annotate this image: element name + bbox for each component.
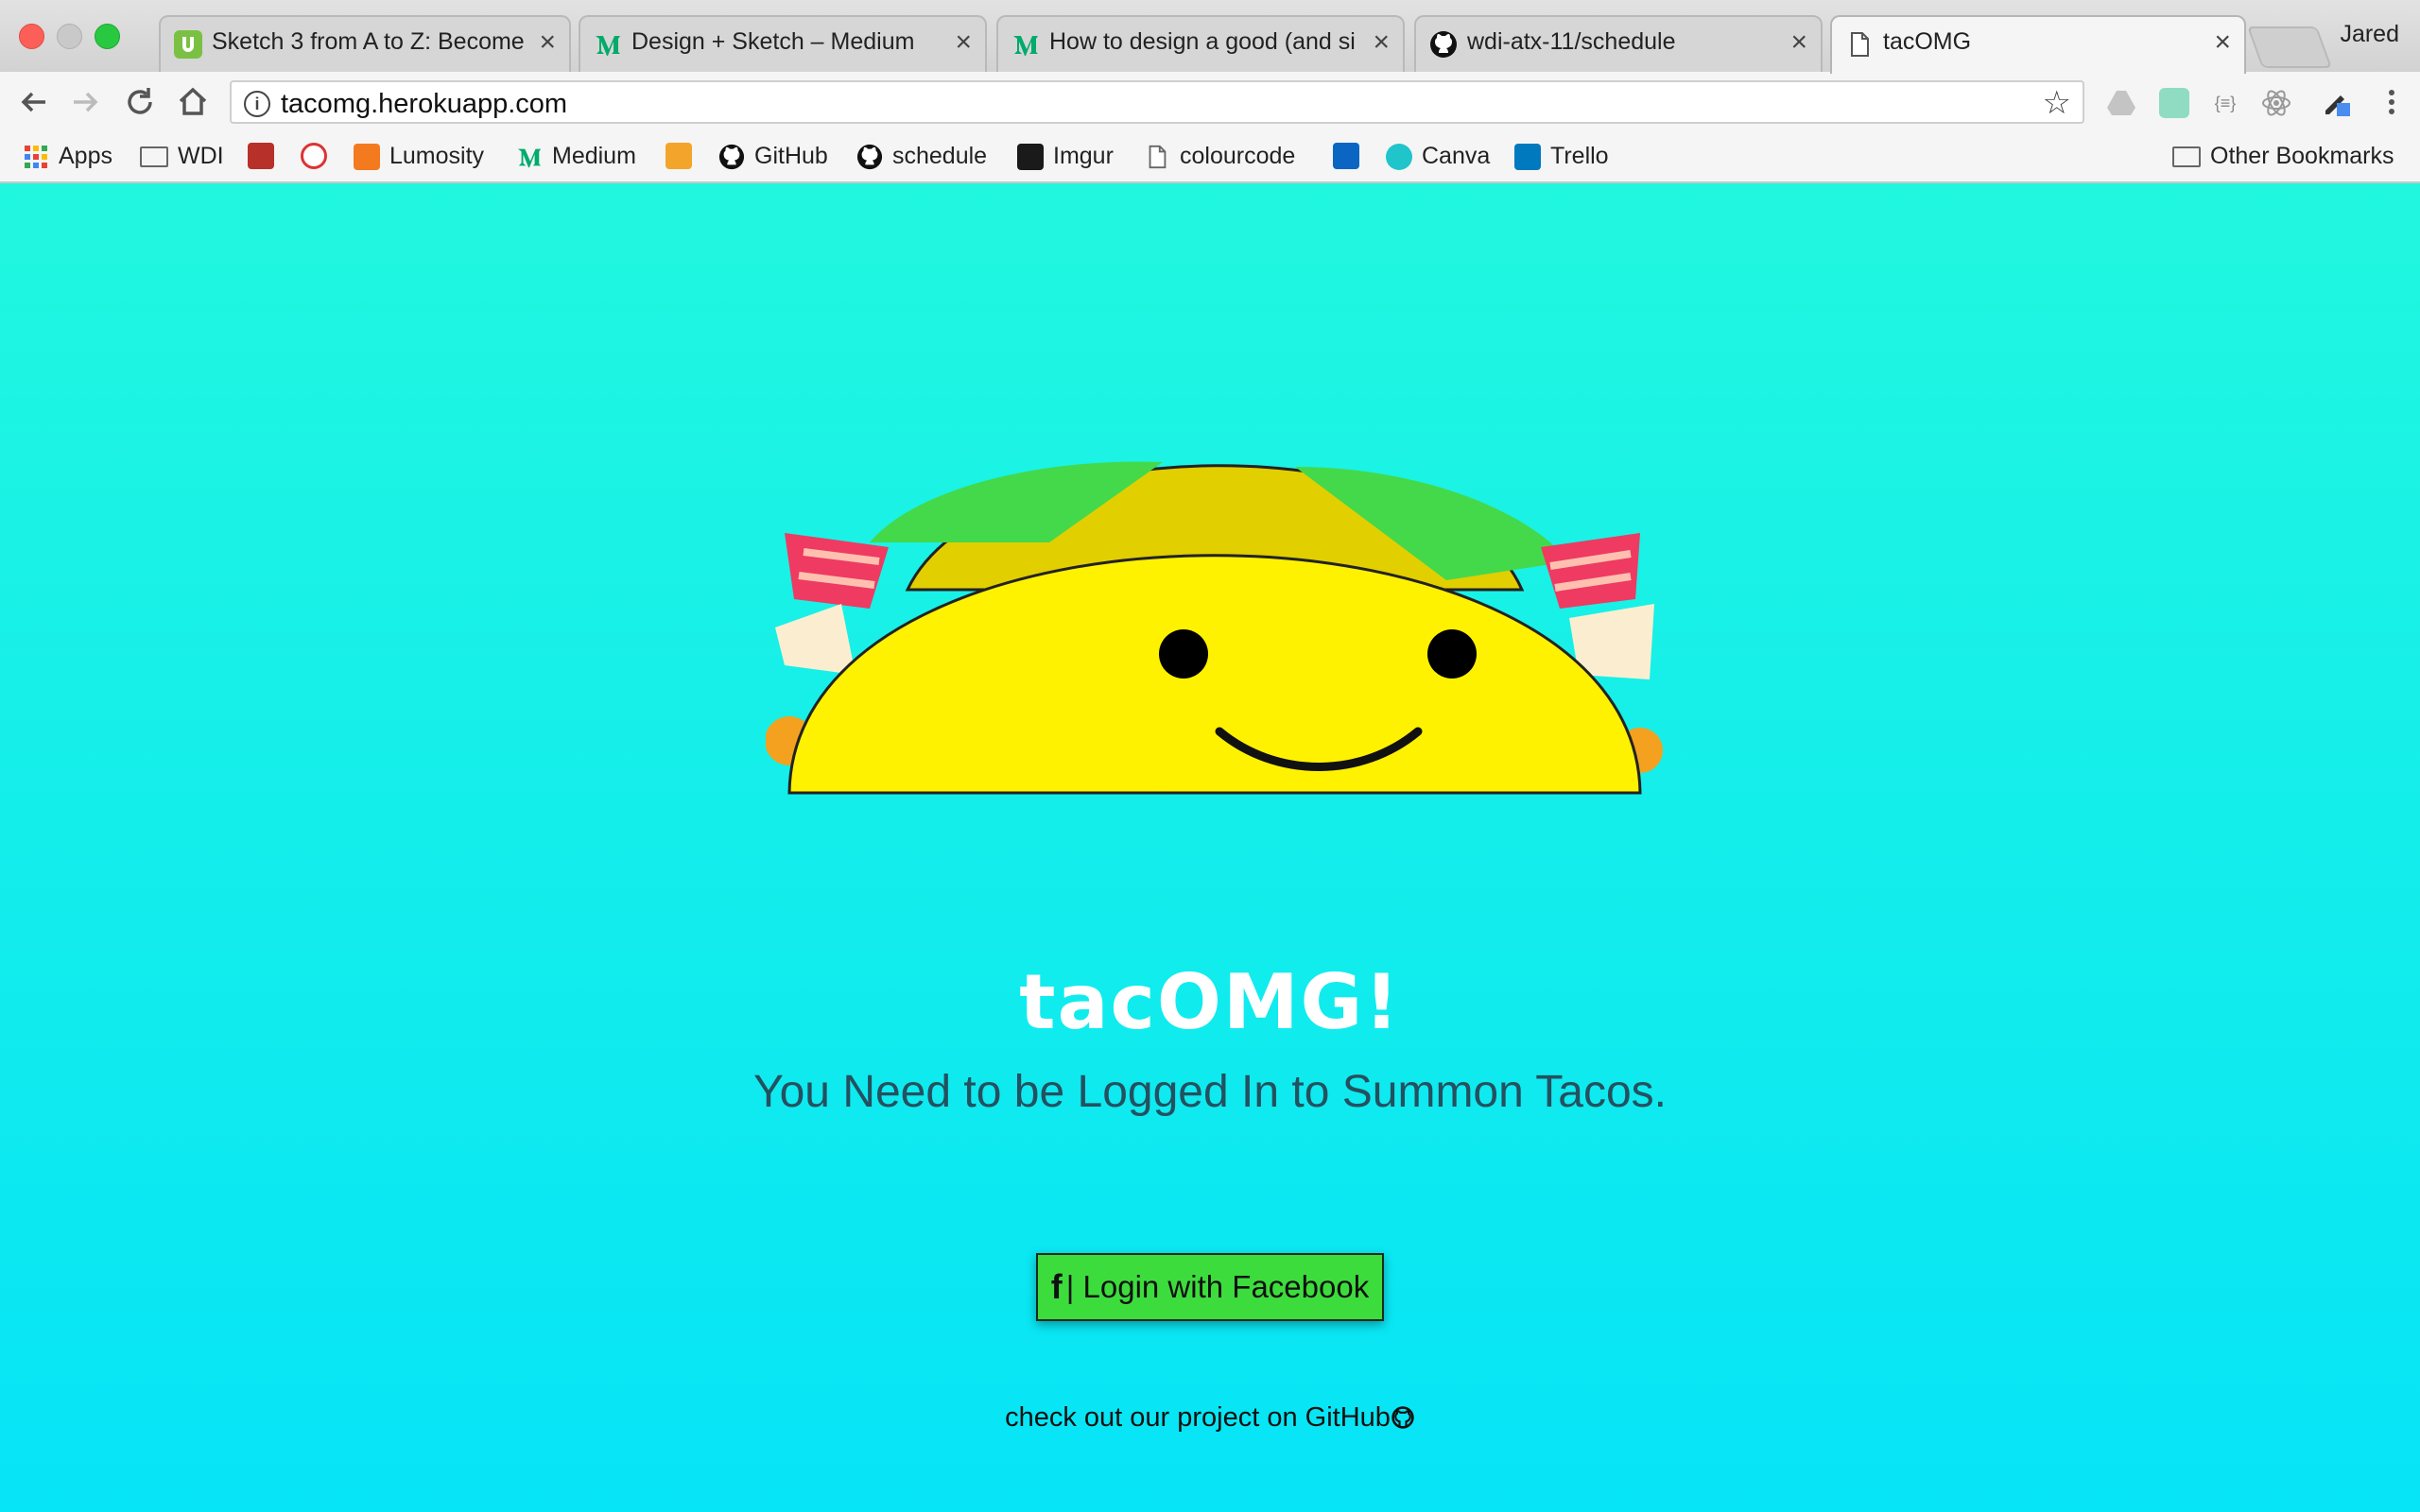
home-button[interactable] (174, 83, 212, 121)
minimize-window-button[interactable] (57, 24, 82, 49)
tab-title: wdi-atx-11/schedule (1467, 28, 1676, 55)
bookmark-label: WDI (178, 143, 224, 169)
tab-close-icon[interactable]: × (1790, 26, 1807, 59)
tab-close-icon[interactable]: × (2214, 26, 2231, 59)
larb-icon (248, 143, 274, 169)
github-icon (1392, 1406, 1414, 1429)
github-icon (1430, 31, 1457, 58)
bookmark-label: Medium (552, 143, 636, 169)
back-button[interactable] (15, 83, 53, 121)
color-picker-icon[interactable] (2322, 88, 2352, 118)
tab-title: Sketch 3 from A to Z: Become (212, 28, 524, 55)
bookmark-schedule[interactable]: schedule (856, 143, 987, 170)
aperture-icon (301, 143, 327, 169)
udemy-icon (174, 30, 202, 59)
tab-close-icon[interactable]: × (955, 26, 972, 59)
github-project-link-row: check out our project on GitHub (0, 1402, 2420, 1434)
tab-tacomg[interactable]: tacOMG × (1830, 15, 2246, 74)
bookmark-mm[interactable] (666, 143, 701, 169)
tab-how-to-design[interactable]: How to design a good (and si × (996, 15, 1405, 74)
close-window-button[interactable] (19, 24, 44, 49)
bookmark-camera-site[interactable] (301, 143, 337, 169)
imgur-icon (1017, 143, 1044, 170)
login-required-message: You Need to be Logged In to Summon Tacos… (752, 1067, 1668, 1117)
bookmark-label: Other Bookmarks (2210, 143, 2394, 169)
react-devtools-icon[interactable] (2261, 88, 2291, 118)
forward-arrow-icon (74, 92, 98, 112)
bookmark-imgur[interactable]: Imgur (1017, 143, 1114, 170)
linkedin-icon (1333, 143, 1359, 169)
profile-name[interactable]: Jared (2340, 21, 2399, 48)
medium-icon (517, 148, 542, 167)
kebab-menu-icon (2389, 90, 2394, 114)
github-icon (856, 144, 883, 169)
facebook-icon: f (1050, 1267, 1063, 1306)
reload-icon (128, 88, 152, 114)
brand-title: tacOMG! (1019, 958, 1401, 1046)
tab-close-icon[interactable]: × (539, 26, 556, 59)
bookmark-colourcode[interactable]: colourcode (1144, 143, 1295, 170)
tab-strip: Sketch 3 from A to Z: Become × Design + … (0, 0, 2420, 74)
tab-title: How to design a good (and si (1049, 28, 1356, 55)
maximize-window-button[interactable] (95, 24, 120, 49)
new-tab-button[interactable] (2246, 26, 2333, 68)
trello-icon (1514, 143, 1541, 170)
bookmark-label: schedule (892, 143, 988, 169)
medium-icon (1013, 36, 1038, 56)
bookmark-other[interactable]: Other Bookmarks (2172, 143, 2394, 170)
tab-design-sketch-medium[interactable]: Design + Sketch – Medium × (579, 15, 987, 74)
bookmark-trello[interactable]: Trello (1514, 143, 1609, 170)
taco-mascot-illustration (766, 461, 1663, 795)
apps-grid-icon (25, 145, 47, 168)
bookmark-label: Apps (59, 143, 112, 169)
tab-sketch-course[interactable]: Sketch 3 from A to Z: Become × (159, 15, 571, 74)
bookmark-label: Canva (1422, 143, 1491, 169)
bookmark-larb[interactable] (248, 143, 284, 169)
bookmark-label: Lumosity (389, 143, 485, 169)
page-content: tacOMG! You Need to be Logged In to Summ… (0, 183, 2420, 1512)
reload-button[interactable] (121, 83, 159, 121)
tab-schedule-github[interactable]: wdi-atx-11/schedule × (1414, 15, 1823, 74)
lumosity-icon (354, 143, 380, 170)
medium-icon (596, 36, 620, 56)
address-bar[interactable]: i tacomg.herokuapp.com ☆ (230, 80, 2084, 124)
bookmark-medium[interactable]: Medium (516, 143, 636, 170)
bookmark-github[interactable]: GitHub (718, 143, 828, 170)
github-project-link[interactable]: check out our project on GitHub (1005, 1402, 1415, 1433)
bookmark-apps[interactable]: Apps (23, 143, 112, 170)
login-with-facebook-button[interactable]: f | Login with Facebook (1036, 1253, 1384, 1321)
bookmark-label: colourcode (1180, 143, 1296, 169)
menu-button[interactable] (2373, 83, 2411, 121)
tab-close-icon[interactable]: × (1373, 26, 1390, 59)
tab-title: Design + Sketch – Medium (631, 28, 915, 55)
bookmark-linkedin[interactable] (1333, 143, 1369, 169)
back-arrow-icon (21, 92, 45, 112)
mm-icon (666, 143, 692, 169)
bookmark-wdi[interactable]: WDI (140, 143, 224, 170)
tab-title: tacOMG (1883, 28, 1972, 55)
bookmark-canva[interactable]: Canva (1386, 143, 1490, 170)
bookmark-label: Imgur (1053, 143, 1114, 169)
page-icon (1149, 145, 1167, 168)
page-icon (1851, 32, 1869, 57)
folder-icon (140, 146, 168, 167)
bookmarks-bar: Apps WDI Lumosity Medium GitHub schedule… (0, 132, 2420, 183)
url-text[interactable]: tacomg.herokuapp.com (281, 89, 567, 120)
sound-extension-icon[interactable] (2159, 88, 2189, 118)
site-info-icon[interactable]: i (244, 91, 270, 117)
login-button-label: | Login with Facebook (1065, 1269, 1370, 1304)
bookmark-label: GitHub (754, 143, 828, 169)
folder-icon (2172, 146, 2201, 167)
bookmark-lumosity[interactable]: Lumosity (354, 143, 484, 170)
canva-icon (1386, 143, 1412, 170)
home-icon (179, 87, 207, 115)
bookmark-star-icon[interactable]: ☆ (2043, 84, 2071, 122)
forward-button[interactable] (66, 83, 104, 121)
github-icon (718, 144, 745, 169)
bookmark-label: Trello (1550, 143, 1609, 169)
github-link-text: check out our project on GitHub (1005, 1402, 1391, 1433)
browser-toolbar: i tacomg.herokuapp.com ☆ {≡} (0, 72, 2420, 132)
json-viewer-icon[interactable]: {≡} (2210, 88, 2240, 118)
google-drive-icon[interactable] (2106, 88, 2136, 118)
